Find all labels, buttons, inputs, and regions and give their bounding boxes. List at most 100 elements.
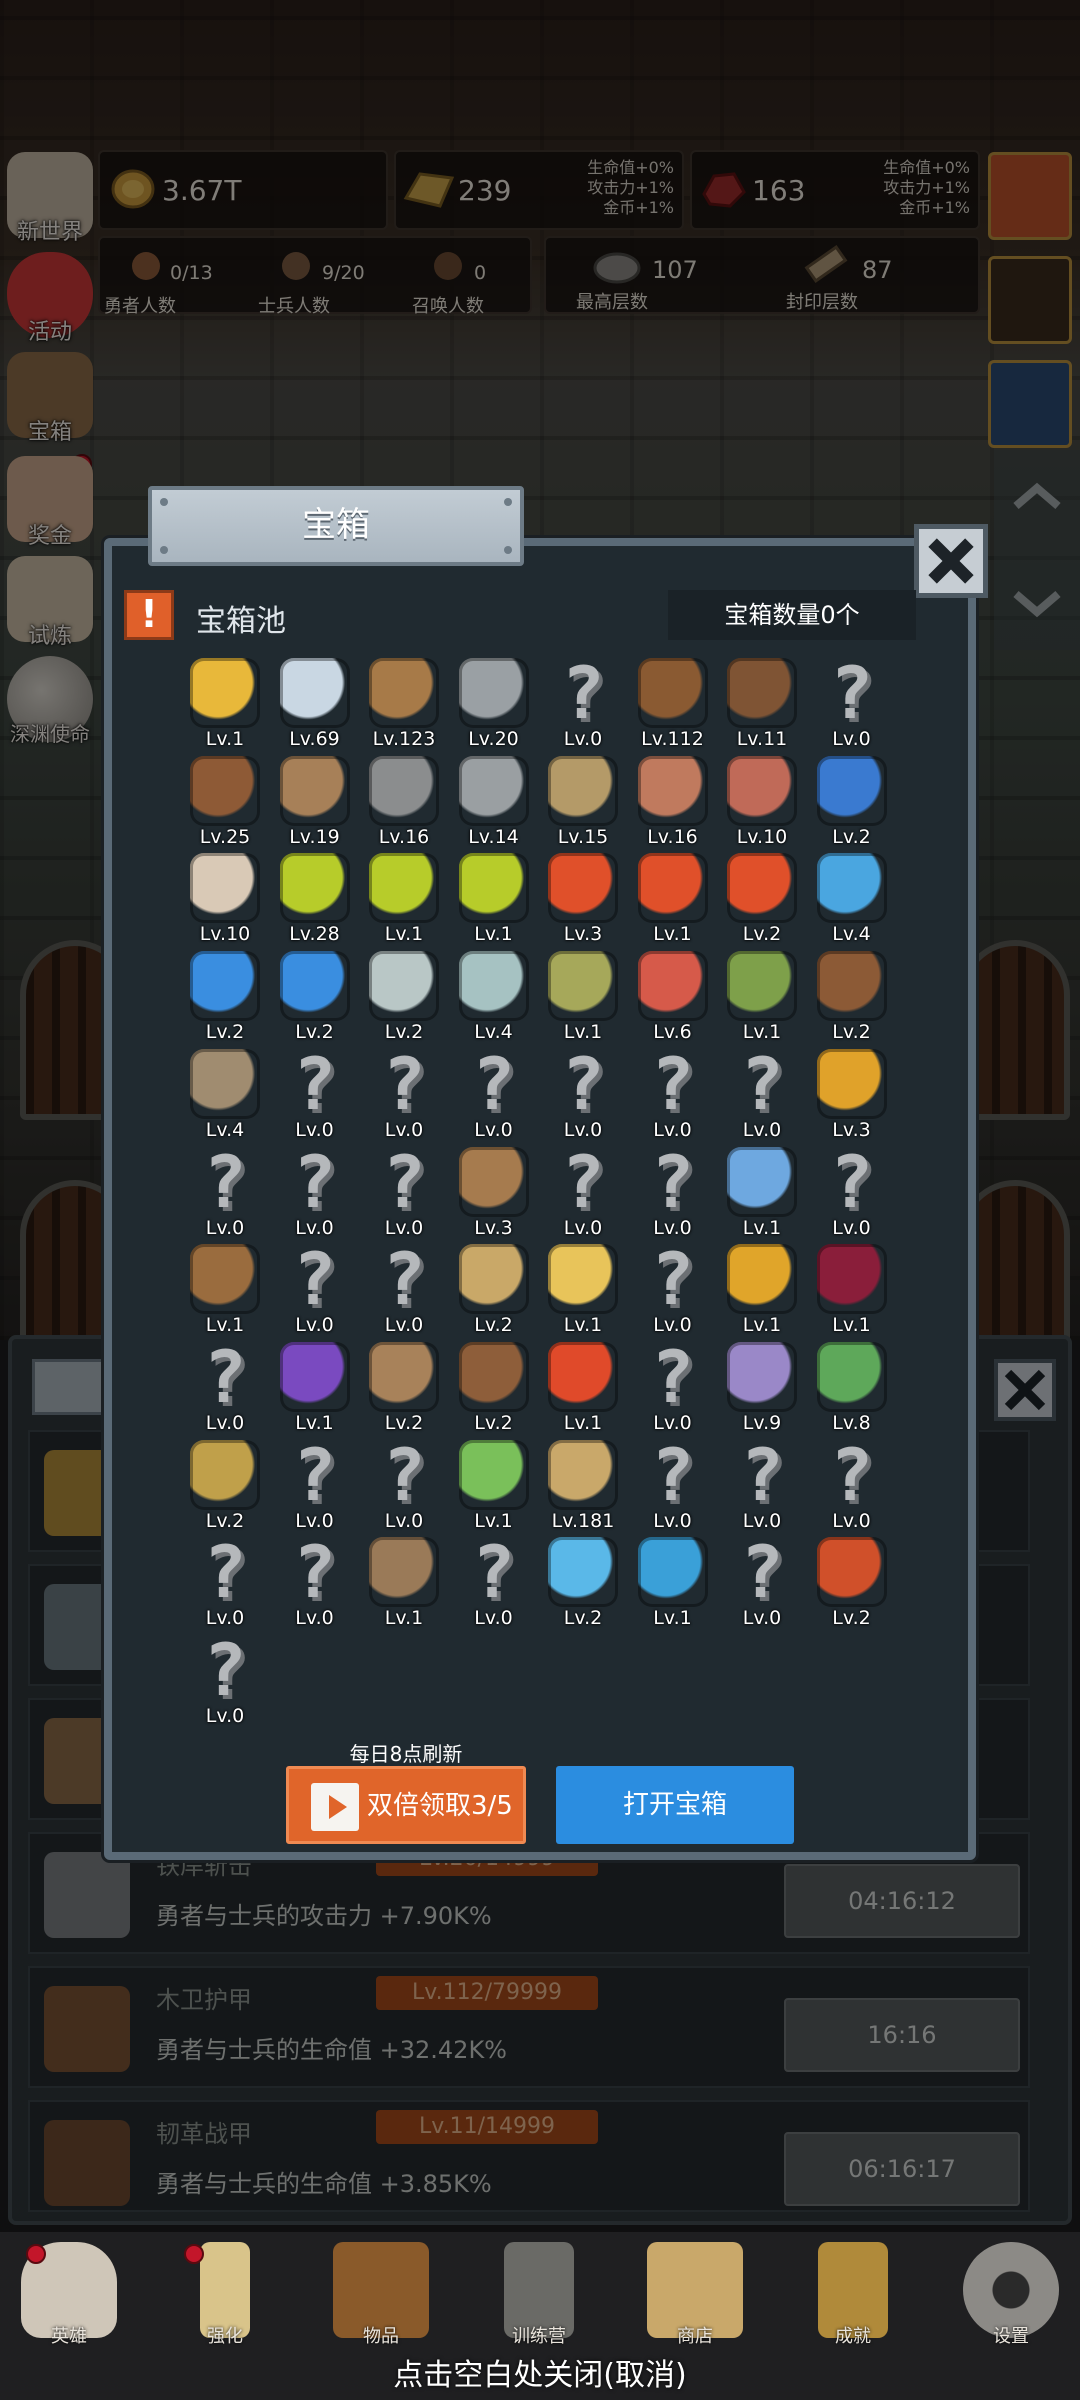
chest-pool-item[interactable]: ? Lv.0 — [717, 1047, 807, 1145]
chest-pool-item[interactable]: Lv.3 — [449, 1145, 539, 1243]
chest-pool-item[interactable]: Lv.6 — [628, 949, 718, 1047]
chest-pool-item[interactable]: ? Lv.0 — [180, 1340, 270, 1438]
chest-pool-item[interactable]: Lv.1 — [180, 1242, 270, 1340]
chest-pool-item[interactable]: Lv.3 — [807, 1047, 897, 1145]
chest-pool-item[interactable]: ? Lv.0 — [717, 1535, 807, 1633]
chest-pool-item[interactable]: Lv.1 — [538, 1242, 628, 1340]
chest-pool-item[interactable]: ? Lv.0 — [180, 1145, 270, 1243]
item-level: Lv.1 — [742, 1021, 782, 1044]
chest-pool-item[interactable]: Lv.20 — [449, 656, 539, 754]
chest-pool-item[interactable]: Lv.1 — [628, 1535, 718, 1633]
chest-pool-item[interactable]: Lv.4 — [449, 949, 539, 1047]
chest-pool-item[interactable]: Lv.2 — [807, 754, 897, 852]
chest-pool-item[interactable]: Lv.112 — [628, 656, 718, 754]
chest-pool-item[interactable]: Lv.28 — [270, 851, 360, 949]
chest-pool-item[interactable]: Lv.181 — [538, 1438, 628, 1536]
chest-pool-item[interactable]: Lv.2 — [180, 1438, 270, 1536]
chest-pool-item[interactable]: Lv.69 — [270, 656, 360, 754]
chest-pool-item[interactable]: Lv.8 — [807, 1340, 897, 1438]
chest-pool-item[interactable]: ? Lv.0 — [359, 1047, 449, 1145]
alert-icon[interactable]: ! — [124, 590, 174, 640]
chest-pool-item[interactable]: ? Lv.0 — [270, 1047, 360, 1145]
rivet — [504, 546, 512, 554]
wooden-staff-icon — [458, 1146, 529, 1217]
chest-pool-item[interactable]: Lv.1 — [807, 1242, 897, 1340]
blue-potion-icon — [279, 951, 350, 1022]
chest-pool-item[interactable]: Lv.1 — [538, 1340, 628, 1438]
chest-pool-item[interactable]: ? Lv.0 — [180, 1633, 270, 1731]
chest-pool-item[interactable]: Lv.123 — [359, 656, 449, 754]
chest-pool-item[interactable]: ? Lv.0 — [807, 1438, 897, 1536]
chest-pool-item[interactable]: ? Lv.0 — [538, 1145, 628, 1243]
chest-pool-item[interactable]: Lv.16 — [359, 754, 449, 852]
chest-pool-item[interactable]: Lv.2 — [449, 1340, 539, 1438]
chest-pool-item[interactable]: Lv.9 — [717, 1340, 807, 1438]
chest-pool-item[interactable]: ? Lv.0 — [538, 656, 628, 754]
chest-pool-item[interactable]: Lv.16 — [628, 754, 718, 852]
chest-pool-item[interactable]: Lv.1 — [359, 851, 449, 949]
chest-pool-item[interactable]: ? Lv.0 — [270, 1438, 360, 1536]
chest-pool-item[interactable]: Lv.1 — [359, 1535, 449, 1633]
chest-pool-item[interactable]: ? Lv.0 — [449, 1535, 539, 1633]
unknown-icon: ? — [740, 1041, 784, 1126]
chest-pool-item[interactable]: ? Lv.0 — [628, 1242, 718, 1340]
chest-pool-item[interactable]: ? Lv.0 — [538, 1047, 628, 1145]
chest-pool-item[interactable]: Lv.1 — [717, 949, 807, 1047]
chest-pool-item[interactable]: Lv.1 — [538, 949, 628, 1047]
chest-pool-item[interactable]: ? Lv.0 — [449, 1047, 539, 1145]
chest-pool-item[interactable]: ? Lv.0 — [628, 1438, 718, 1536]
chest-pool-item[interactable]: ? Lv.0 — [359, 1145, 449, 1243]
nav-achievements[interactable]: 成就 — [798, 2232, 908, 2348]
nav-items[interactable]: 物品 — [326, 2232, 436, 2348]
item-level: Lv.1 — [563, 1411, 603, 1434]
chest-pool-item[interactable]: Lv.1 — [180, 656, 270, 754]
chest-pool-item[interactable]: ? Lv.0 — [270, 1145, 360, 1243]
chest-pool-item[interactable]: ? Lv.0 — [807, 1145, 897, 1243]
chest-pool-item[interactable]: Lv.2 — [180, 949, 270, 1047]
chest-pool-item[interactable]: Lv.4 — [807, 851, 897, 949]
chest-pool-item[interactable]: Lv.10 — [180, 851, 270, 949]
chest-pool-item[interactable]: Lv.1 — [270, 1340, 360, 1438]
chest-pool-item[interactable]: ? Lv.0 — [359, 1242, 449, 1340]
chest-pool-item[interactable]: Lv.2 — [538, 1535, 628, 1633]
chest-pool-item[interactable]: ? Lv.0 — [807, 656, 897, 754]
chest-pool-item[interactable]: Lv.2 — [270, 949, 360, 1047]
chest-pool-item[interactable]: Lv.14 — [449, 754, 539, 852]
nav-settings[interactable]: 设置 — [956, 2232, 1066, 2348]
octopus-icon — [727, 1341, 797, 1412]
chest-pool-item[interactable]: Lv.25 — [180, 754, 270, 852]
chest-pool-item[interactable]: Lv.4 — [180, 1047, 270, 1145]
chest-pool-item[interactable]: Lv.1 — [628, 851, 718, 949]
chest-pool-item[interactable]: ? Lv.0 — [717, 1438, 807, 1536]
chest-pool-item[interactable]: Lv.3 — [538, 851, 628, 949]
chest-pool-item[interactable]: Lv.1 — [449, 851, 539, 949]
chest-pool-item[interactable]: Lv.1 — [717, 1242, 807, 1340]
chest-pool-item[interactable]: Lv.2 — [807, 949, 897, 1047]
double-claim-button[interactable]: 双倍领取3/5 — [286, 1766, 526, 1844]
chest-pool-item[interactable]: Lv.19 — [270, 754, 360, 852]
chest-pool-item[interactable]: ? Lv.0 — [359, 1438, 449, 1536]
chest-pool-item[interactable]: ? Lv.0 — [270, 1535, 360, 1633]
chest-pool-item[interactable]: Lv.2 — [807, 1535, 897, 1633]
chest-pool-item[interactable]: Lv.1 — [717, 1145, 807, 1243]
chest-pool-item[interactable]: Lv.1 — [449, 1438, 539, 1536]
nav-training-camp[interactable]: 训练营 — [484, 2232, 594, 2348]
chest-pool-item[interactable]: ? Lv.0 — [180, 1535, 270, 1633]
chest-pool-item[interactable]: Lv.2 — [449, 1242, 539, 1340]
wooden-armor-icon — [637, 658, 708, 728]
chest-pool-item[interactable]: Lv.15 — [538, 754, 628, 852]
rivet — [160, 498, 168, 506]
close-button[interactable] — [914, 524, 988, 598]
chest-pool-item[interactable]: ? Lv.0 — [628, 1047, 718, 1145]
open-chest-button[interactable]: 打开宝箱 — [556, 1766, 794, 1844]
chest-pool-item[interactable]: Lv.2 — [359, 1340, 449, 1438]
chest-pool-item[interactable]: Lv.2 — [359, 949, 449, 1047]
chest-pool-item[interactable]: ? Lv.0 — [628, 1145, 718, 1243]
chest-pool-item[interactable]: Lv.2 — [717, 851, 807, 949]
chest-pool-item[interactable]: ? Lv.0 — [628, 1340, 718, 1438]
chest-pool-item[interactable]: Lv.10 — [717, 754, 807, 852]
chest-pool-item[interactable]: Lv.11 — [717, 656, 807, 754]
unknown-icon: ? — [829, 1432, 874, 1517]
chest-pool-item[interactable]: ? Lv.0 — [270, 1242, 360, 1340]
nav-shop[interactable]: 商店 — [640, 2232, 750, 2348]
